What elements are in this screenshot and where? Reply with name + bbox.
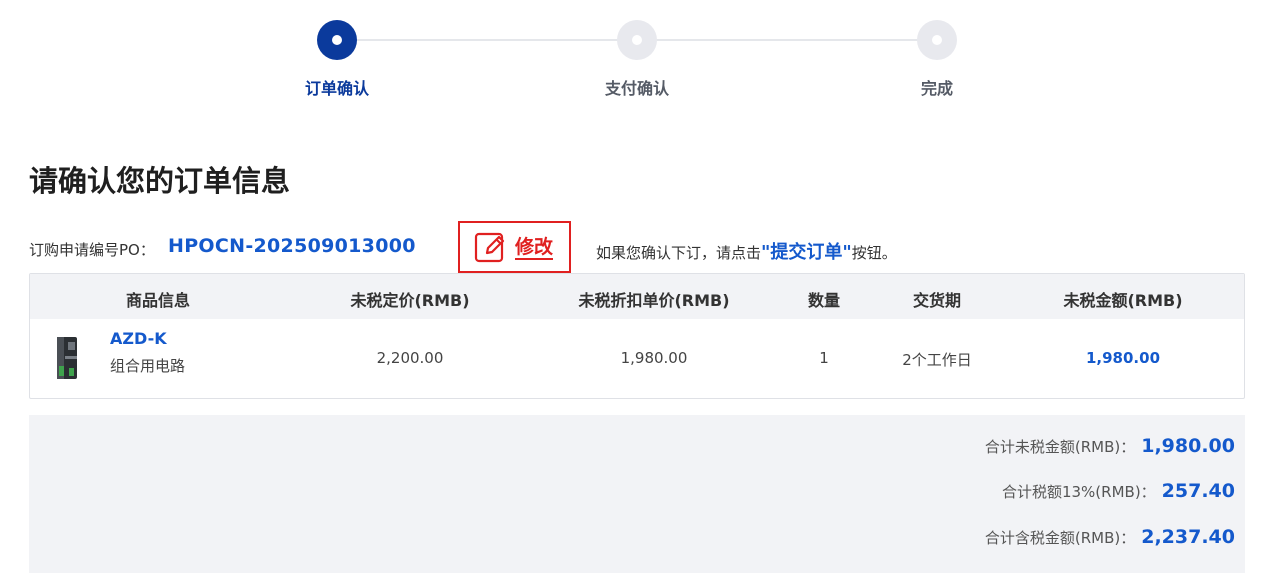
product-name-link[interactable]: AZD-K [110,329,167,348]
cell-delivery: 2个工作日 [902,351,972,369]
edit-po-button[interactable]: 修改 [458,221,571,273]
cell-amount: 1,980.00 [1085,349,1161,367]
notice-highlight: "提交订单" [761,242,852,263]
summary-total: 合计含税金额(RMB)： 2,237.40 [985,526,1235,556]
header-qty: 数量 [807,291,840,310]
header-unit-price: 未税折扣单价(RMB) [578,291,730,310]
subtotal-label: 合计未税金额(RMB)： [984,438,1136,456]
header-product: 商品信息 [125,291,190,310]
order-summary: 合计未税金额(RMB)： 1,980.00 合计税额13%(RMB)： 257.… [29,415,1245,573]
po-label: 订购申请编号PO： [29,241,155,259]
header-list-price: 未税定价(RMB) [350,291,470,310]
step-2-label: 支付确认 [604,79,669,98]
step-3-label: 完成 [920,79,953,98]
page-title: 请确认您的订单信息 [29,164,291,198]
summary-subtotal: 合计未税金额(RMB)： 1,980.00 [985,435,1235,465]
pencil-edit-icon [474,232,505,263]
notice-suffix: 按钮。 [851,244,897,262]
step-1-indicator [317,20,357,60]
total-label: 合计含税金额(RMB)： [984,529,1136,547]
tax-value: 257.40 [1161,480,1235,502]
step-2-indicator [617,20,657,60]
cell-list-price: 2,200.00 [376,349,444,367]
notice-prefix: 如果您确认下订，请点击 [596,244,762,262]
cell-qty: 1 [819,349,829,367]
po-row: 订购申请编号PO： HPOCN-202509013000 修改 如果您确认下订，… [29,221,1259,273]
tax-label: 合计税额13%(RMB)： [1001,483,1156,501]
edit-label: 修改 [515,236,554,260]
cell-unit-price: 1,980.00 [620,349,688,367]
subtotal-value: 1,980.00 [1141,435,1235,457]
po-number: HPOCN-202509013000 [168,235,416,257]
table-header: 商品信息 未税定价(RMB) 未税折扣单价(RMB) 数量 交货期 未税金额(R… [30,274,1244,319]
step-3-indicator [917,20,957,60]
header-delivery: 交货期 [912,291,961,310]
order-table: 商品信息 未税定价(RMB) 未税折扣单价(RMB) 数量 交货期 未税金额(R… [29,273,1245,399]
step-1-label: 订单确认 [304,79,369,98]
order-stepper: 订单确认 支付确认 完成 [0,0,1280,110]
submit-notice: 如果您确认下订，请点击"提交订单"按钮。 [596,238,897,264]
total-value: 2,237.40 [1141,526,1235,548]
product-thumbnail [57,337,77,379]
product-description: 组合用电路 [110,357,186,375]
header-amount: 未税金额(RMB) [1063,291,1183,310]
summary-tax: 合计税额13%(RMB)： 257.40 [1002,480,1235,510]
